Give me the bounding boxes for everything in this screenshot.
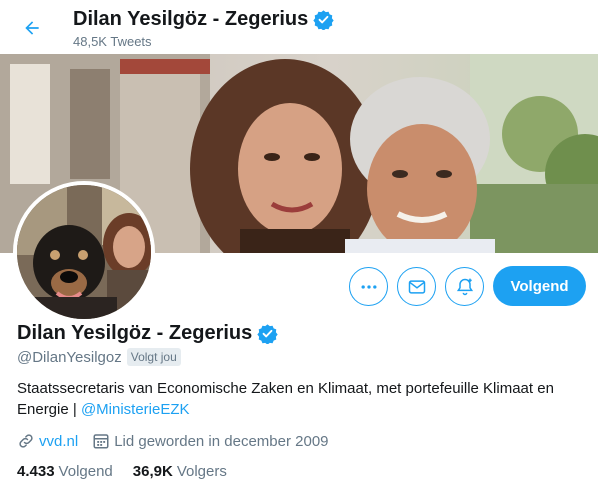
following-stat-link[interactable]: 4.433 Volgend [17,463,113,480]
bell-plus-icon [456,278,473,295]
follows-you-badge: Volgt jou [126,348,181,366]
header-title-text: Dilan Yesilgöz - Zegerius [73,8,309,30]
handle-row: @DilanYesilgoz Volgt jou [17,348,181,366]
profile-bio: Staatssecretaris van Economische Zaken e… [17,378,582,420]
tweet-count: 48,5K Tweets [73,34,152,49]
following-count: 4.433 [17,463,55,480]
profile-avatar[interactable] [13,181,155,323]
more-dots-icon [361,284,376,289]
message-button[interactable] [397,267,436,306]
profile-name: Dilan Yesilgöz - Zegerius [17,322,278,345]
followers-stat-link[interactable]: 36,9K Volgers [133,463,227,480]
following-label: Volgend [58,463,113,480]
profile-name-text: Dilan Yesilgöz - Zegerius [17,322,253,344]
top-bar: Dilan Yesilgöz - Zegerius 48,5K Tweets [0,0,598,54]
profile-handle: @DilanYesilgoz [17,348,122,366]
joined-date: Lid geworden in december 2009 [114,432,329,450]
bio-mention-link[interactable]: @MinisterieEZK [81,401,190,418]
followers-label: Volgers [176,463,227,480]
link-icon [19,434,33,448]
website-link[interactable]: vvd.nl [39,433,78,450]
verified-badge-icon [313,9,334,30]
back-arrow-icon[interactable] [14,10,50,46]
header-title: Dilan Yesilgöz - Zegerius [73,8,334,31]
notifications-button[interactable] [445,267,484,306]
profile-meta: vvd.nl Lid geworden in december 2009 [17,432,329,450]
verified-badge-icon [257,323,278,344]
more-options-button[interactable] [349,267,388,306]
profile-stats: 4.433 Volgend 36,9K Volgers [17,463,247,480]
envelope-icon [408,279,425,294]
calendar-icon [93,434,109,449]
followers-count: 36,9K [132,463,173,480]
following-button[interactable]: Volgend [493,266,586,306]
